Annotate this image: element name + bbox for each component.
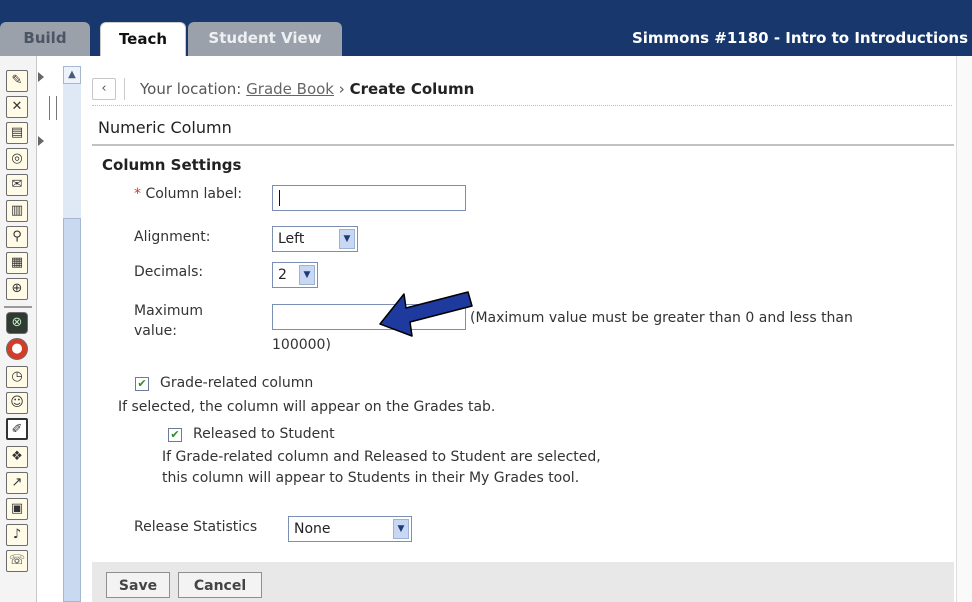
released-to-student-help-line1: If Grade-related column and Released to … <box>162 449 601 465</box>
pin-icon[interactable]: ✕ <box>6 96 28 118</box>
left-scrollbar[interactable]: ▲ <box>63 66 81 602</box>
chevron-down-icon[interactable]: ▼ <box>299 265 315 285</box>
title-divider <box>92 144 954 146</box>
calendar-icon[interactable]: ▣ <box>6 498 28 520</box>
expand-up-icon[interactable]: ⊗ <box>6 312 28 334</box>
grade-book-icon[interactable]: ✐ <box>6 418 28 440</box>
text-cursor <box>279 190 280 206</box>
annotation-arrow-icon <box>379 291 473 337</box>
grade-related-label: Grade-related column <box>160 375 314 391</box>
alignment-value: Left <box>278 231 305 247</box>
right-scrollbar[interactable] <box>956 56 972 602</box>
tab-build[interactable]: Build <box>0 22 90 56</box>
decimals-label: Decimals: <box>134 264 204 280</box>
web-links-icon[interactable]: ⊕ <box>6 278 28 300</box>
tab-student-view[interactable]: Student View <box>188 22 342 56</box>
alignment-label: Alignment: <box>134 229 211 245</box>
alignment-select[interactable]: Left ▼ <box>272 226 358 252</box>
tool-palette: ✎ ✕ ▤ ◎ ✉ ▥ ⚲ ▦ ⊕ ⊗ ● ◷ ☺ ✐ ❖ ↗ ▣ ♪ ☏ <box>0 56 37 602</box>
released-to-student-checkbox[interactable]: ✔ <box>168 428 182 442</box>
breadcrumb-separator: › <box>338 80 345 98</box>
scroll-up-icon[interactable]: ▲ <box>63 66 81 84</box>
release-statistics-value: None <box>294 521 331 537</box>
top-nav-bar: Build Teach Student View Simmons #1180 -… <box>0 0 972 56</box>
page-title: Numeric Column <box>98 118 232 137</box>
chat-icon[interactable]: ☏ <box>6 550 28 572</box>
panel-splitter-handle[interactable] <box>49 96 57 120</box>
maximum-value-label-line1: Maximum <box>134 303 203 319</box>
grade-related-help: If selected, the column will appear on t… <box>118 399 496 415</box>
discussion-icon[interactable]: ✎ <box>6 70 28 92</box>
decimals-value: 2 <box>278 267 287 283</box>
released-to-student-help-line2: this column will appear to Students in t… <box>162 470 580 486</box>
section-title: Column Settings <box>102 156 242 174</box>
documents-icon[interactable]: ▤ <box>6 122 28 144</box>
required-marker: * <box>134 186 141 202</box>
expand-arrow-icon[interactable] <box>38 136 44 146</box>
announcements-icon[interactable]: ♪ <box>6 524 28 546</box>
maximum-value-hint: (Maximum value must be greater than 0 an… <box>470 310 853 326</box>
save-button[interactable]: Save <box>106 572 170 598</box>
files-icon[interactable]: ▥ <box>6 200 28 222</box>
breadcrumb: ‹ Your location: Grade Book › Create Col… <box>92 72 952 106</box>
breadcrumb-prefix: Your location: <box>140 80 242 98</box>
assignments-icon[interactable]: ❖ <box>6 446 28 468</box>
breadcrumb-link-grade-book[interactable]: Grade Book <box>246 80 334 98</box>
resources-icon[interactable]: ▦ <box>6 252 28 274</box>
toolbar-divider <box>4 306 32 308</box>
chevron-down-icon[interactable]: ▼ <box>393 519 409 539</box>
mail-icon[interactable]: ✉ <box>6 174 28 196</box>
tracking-icon[interactable]: ↗ <box>6 472 28 494</box>
timer-icon[interactable]: ◷ <box>6 366 28 388</box>
users-icon[interactable]: ☺ <box>6 392 28 414</box>
collapse-arrow-icon[interactable] <box>38 72 44 82</box>
breadcrumb-divider <box>124 78 125 100</box>
quiz-icon[interactable]: ● <box>6 338 28 360</box>
grade-related-checkbox[interactable]: ✔ <box>135 377 149 391</box>
breadcrumb-text: Your location: Grade Book › Create Colum… <box>140 80 474 98</box>
search-icon[interactable]: ⚲ <box>6 226 28 248</box>
tab-teach[interactable]: Teach <box>100 22 186 56</box>
disc-icon[interactable]: ◎ <box>6 148 28 170</box>
column-label-input[interactable] <box>272 185 466 211</box>
back-icon[interactable]: ‹ <box>92 78 116 100</box>
decimals-select[interactable]: 2 ▼ <box>272 262 318 288</box>
release-statistics-label: Release Statistics <box>134 519 258 535</box>
scrollbar-thumb[interactable] <box>63 218 81 602</box>
column-label-label: * Column label: <box>134 186 242 202</box>
cancel-button[interactable]: Cancel <box>178 572 262 598</box>
release-statistics-select[interactable]: None ▼ <box>288 516 412 542</box>
breadcrumb-current: Create Column <box>349 80 475 98</box>
column-label-text: Column label: <box>145 186 243 202</box>
maximum-value-label-line2: value: <box>134 323 177 339</box>
chevron-down-icon[interactable]: ▼ <box>339 229 355 249</box>
course-title: Simmons #1180 - Intro to Introductions <box>631 29 968 47</box>
form-button-bar: Save Cancel <box>92 562 954 602</box>
maximum-value-hint-line2: 100000) <box>272 337 331 353</box>
released-to-student-label: Released to Student <box>193 426 335 442</box>
